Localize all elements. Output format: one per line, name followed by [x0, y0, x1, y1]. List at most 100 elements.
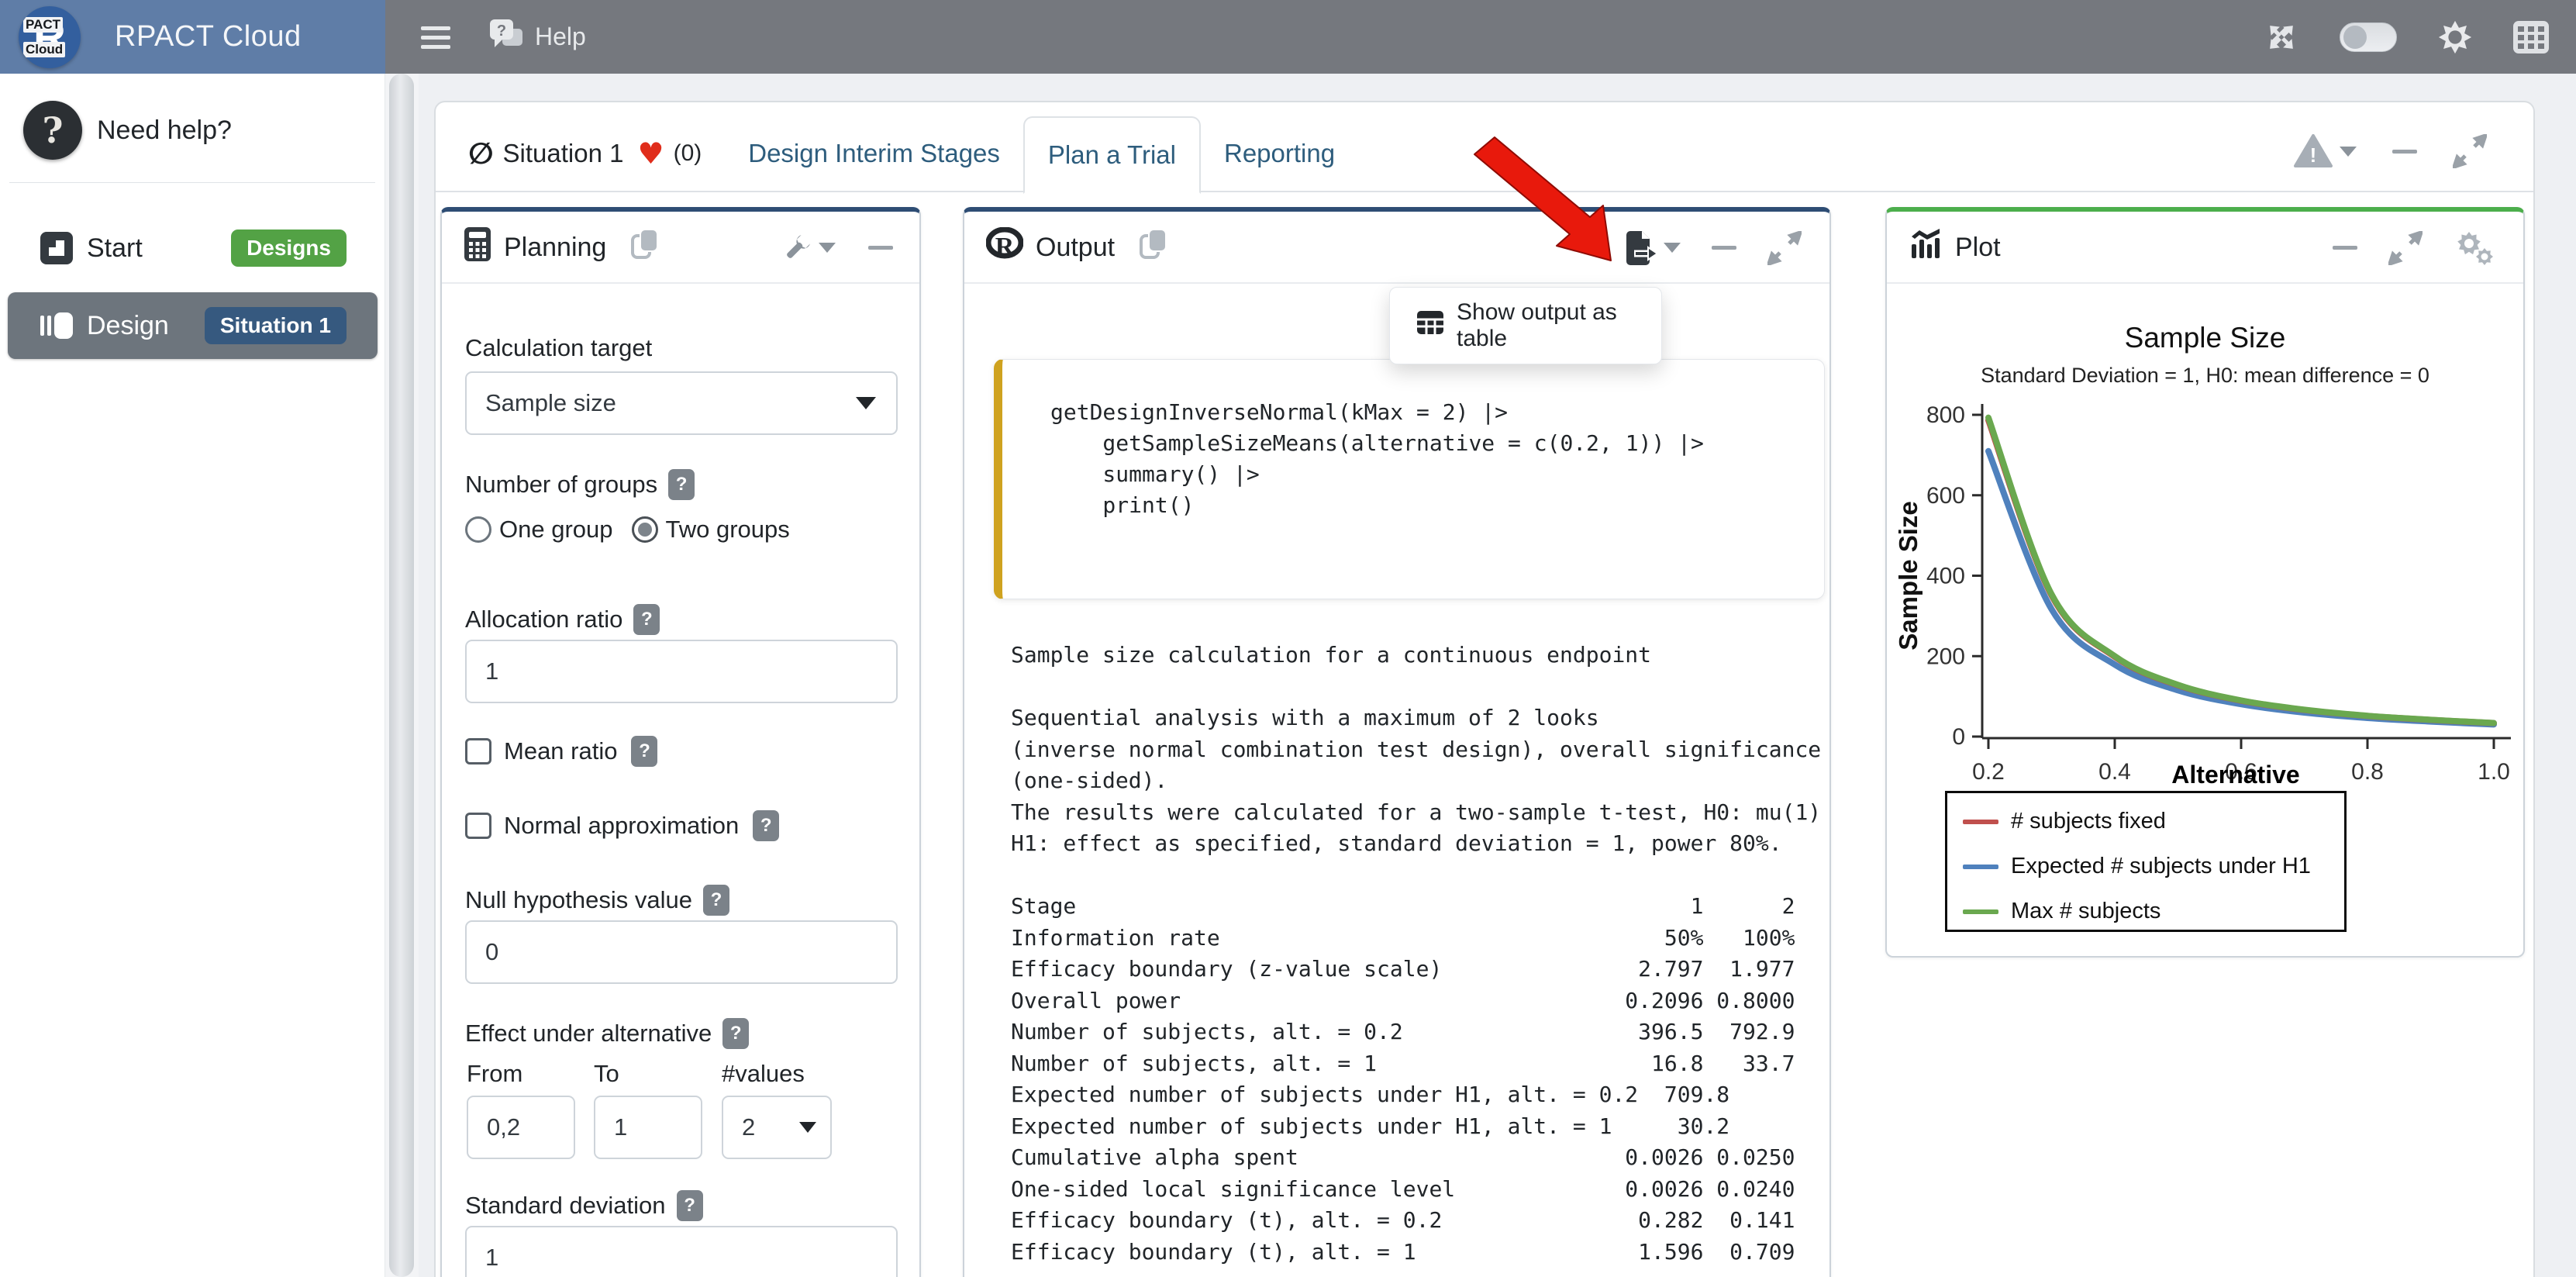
null-hypothesis-value-label: Null hypothesis value?: [465, 885, 729, 916]
svg-text:800: 800: [1926, 402, 1965, 428]
warnings-dropdown-button[interactable]: !: [2293, 133, 2357, 169]
collapse-panel-button[interactable]: [2333, 246, 2357, 250]
effect-from-input[interactable]: [467, 1096, 575, 1159]
help-badge-icon[interactable]: ?: [677, 1190, 703, 1221]
radio-two-groups[interactable]: [632, 516, 658, 543]
svg-text:1.0: 1.0: [2478, 759, 2510, 785]
legend-line-blue: [1963, 865, 1998, 869]
need-help-link[interactable]: ? Need help?: [0, 95, 385, 165]
collapse-panel-button[interactable]: [1712, 246, 1736, 250]
need-help-label: Need help?: [97, 116, 232, 146]
help-badge-icon[interactable]: ?: [631, 736, 657, 767]
chart-subtitle: Standard Deviation = 1, H0: mean differe…: [1887, 364, 2523, 388]
app-title: RPACT Cloud: [115, 0, 302, 74]
normal-approximation-checkbox[interactable]: [465, 813, 491, 839]
scrollbar-thumb[interactable]: [389, 74, 414, 1277]
calculation-target-value: Sample size: [485, 389, 616, 417]
radio-one-group-label[interactable]: One group: [499, 516, 613, 544]
normal-approximation-label[interactable]: Normal approximation: [504, 812, 739, 840]
sidebar-item-start[interactable]: Start Designs: [8, 215, 378, 281]
collapse-all-button[interactable]: [2392, 150, 2417, 154]
calculator-icon: [464, 226, 491, 269]
heart-icon[interactable]: ♥: [638, 136, 664, 171]
r-code-block[interactable]: getDesignInverseNormal(kMax = 2) |> getS…: [994, 359, 1825, 599]
apps-grid-icon[interactable]: [2513, 19, 2549, 55]
calculation-target-select[interactable]: Sample size: [465, 371, 898, 435]
standard-deviation-input[interactable]: [465, 1226, 898, 1277]
help-button[interactable]: ? Help: [487, 0, 586, 74]
null-hypothesis-value-input[interactable]: [465, 920, 898, 984]
main-content-card: ∅ Situation 1 ♥ (0) Design Interim Stage…: [434, 101, 2535, 1277]
tab-row: ∅ Situation 1 ♥ (0) Design Interim Stage…: [445, 109, 2208, 192]
output-panel-title: Output: [1036, 233, 1115, 263]
effect-to-input[interactable]: [594, 1096, 702, 1159]
sidebar-item-design-active[interactable]: Design Situation 1: [8, 292, 378, 359]
heart-count: (0): [674, 140, 702, 167]
chevron-down-icon: [2340, 147, 2357, 157]
copy-icon[interactable]: [1138, 226, 1169, 269]
show-output-as-table-menu-item[interactable]: Show output as table: [1389, 287, 1662, 364]
copy-icon[interactable]: [629, 226, 660, 269]
svg-text:Sample Size: Sample Size: [1894, 501, 1923, 651]
plot-panel-title: Plot: [1955, 233, 2001, 263]
sidebar-scrollbar[interactable]: [385, 74, 419, 1277]
effect-values-select[interactable]: 2: [722, 1096, 832, 1159]
effect-values-value: 2: [742, 1113, 755, 1141]
planning-panel: Planning: [440, 207, 921, 1277]
help-badge-icon[interactable]: ?: [753, 810, 779, 841]
tab-plan-a-trial[interactable]: Plan a Trial: [1023, 116, 1201, 194]
mean-ratio-label[interactable]: Mean ratio: [504, 737, 617, 765]
chart-icon: [1909, 227, 1943, 268]
calculation-target-label: Calculation target: [465, 334, 652, 362]
sidebar-item-label: Design: [87, 311, 169, 341]
help-label: Help: [535, 22, 586, 51]
top-bar: R PACT Cloud RPACT Cloud ? Help: [0, 0, 2576, 74]
r-output-text: Sample size calculation for a continuous…: [1011, 640, 1825, 1268]
light-mode-sun-icon[interactable]: [2437, 19, 2473, 55]
mean-ratio-checkbox[interactable]: [465, 738, 491, 764]
expand-panel-button[interactable]: [2388, 231, 2423, 265]
expand-panel-button[interactable]: [1767, 231, 1802, 265]
menu-item-label: Show output as table: [1457, 299, 1661, 352]
number-of-groups-label: Number of groups?: [465, 469, 695, 500]
r-logo-icon: R: [986, 227, 1023, 268]
collapse-panel-button[interactable]: [868, 246, 893, 250]
chart-title: Sample Size: [1887, 322, 2523, 354]
help-badge-icon[interactable]: ?: [703, 885, 729, 916]
sidebar-toggle-button[interactable]: [421, 19, 457, 55]
legend-line-green: [1963, 909, 1998, 914]
from-label: From: [467, 1060, 522, 1088]
svg-text:200: 200: [1926, 644, 1965, 669]
rpact-logo[interactable]: R PACT Cloud: [19, 6, 81, 68]
tab-reporting[interactable]: Reporting: [1201, 115, 1358, 192]
tab-situation-label: Situation 1: [503, 139, 624, 168]
design-icon: [39, 308, 74, 343]
svg-text:0.4: 0.4: [2098, 759, 2131, 785]
designs-badge: Designs: [231, 230, 347, 267]
expand-all-button[interactable]: [2453, 134, 2487, 168]
svg-text:R: R: [995, 233, 1015, 261]
brand-area: R PACT Cloud RPACT Cloud: [0, 0, 385, 74]
tab-design-interim-stages[interactable]: Design Interim Stages: [725, 115, 1023, 192]
help-bubbles-icon: ?: [487, 16, 527, 58]
sample-size-chart: 02004006008000.20.40.60.81.0Sample Size: [1891, 398, 2523, 789]
legend-item: # subjects fixed: [1963, 809, 2166, 834]
tab-situation-1[interactable]: ∅ Situation 1 ♥ (0): [445, 115, 725, 192]
tools-dropdown-button[interactable]: [781, 233, 836, 264]
radio-one-group[interactable]: [465, 516, 491, 543]
planning-panel-title: Planning: [504, 233, 606, 263]
theme-toggle[interactable]: [2340, 22, 2397, 52]
fullscreen-arrows-icon[interactable]: [2264, 19, 2299, 55]
plot-settings-gears-icon[interactable]: [2454, 230, 2495, 267]
export-output-button[interactable]: [1623, 230, 1681, 266]
normal-approximation-row: Normal approximation ?: [465, 810, 779, 841]
radio-two-groups-label[interactable]: Two groups: [666, 516, 790, 544]
legend-item: Expected # subjects under H1: [1963, 854, 2311, 879]
toggle-knob: [2343, 26, 2367, 49]
help-badge-icon[interactable]: ?: [633, 604, 660, 635]
svg-text:0: 0: [1952, 724, 1965, 750]
allocation-ratio-input[interactable]: [465, 640, 898, 703]
chevron-down-icon: [819, 243, 836, 253]
help-badge-icon[interactable]: ?: [722, 1018, 749, 1049]
help-badge-icon[interactable]: ?: [668, 469, 695, 500]
